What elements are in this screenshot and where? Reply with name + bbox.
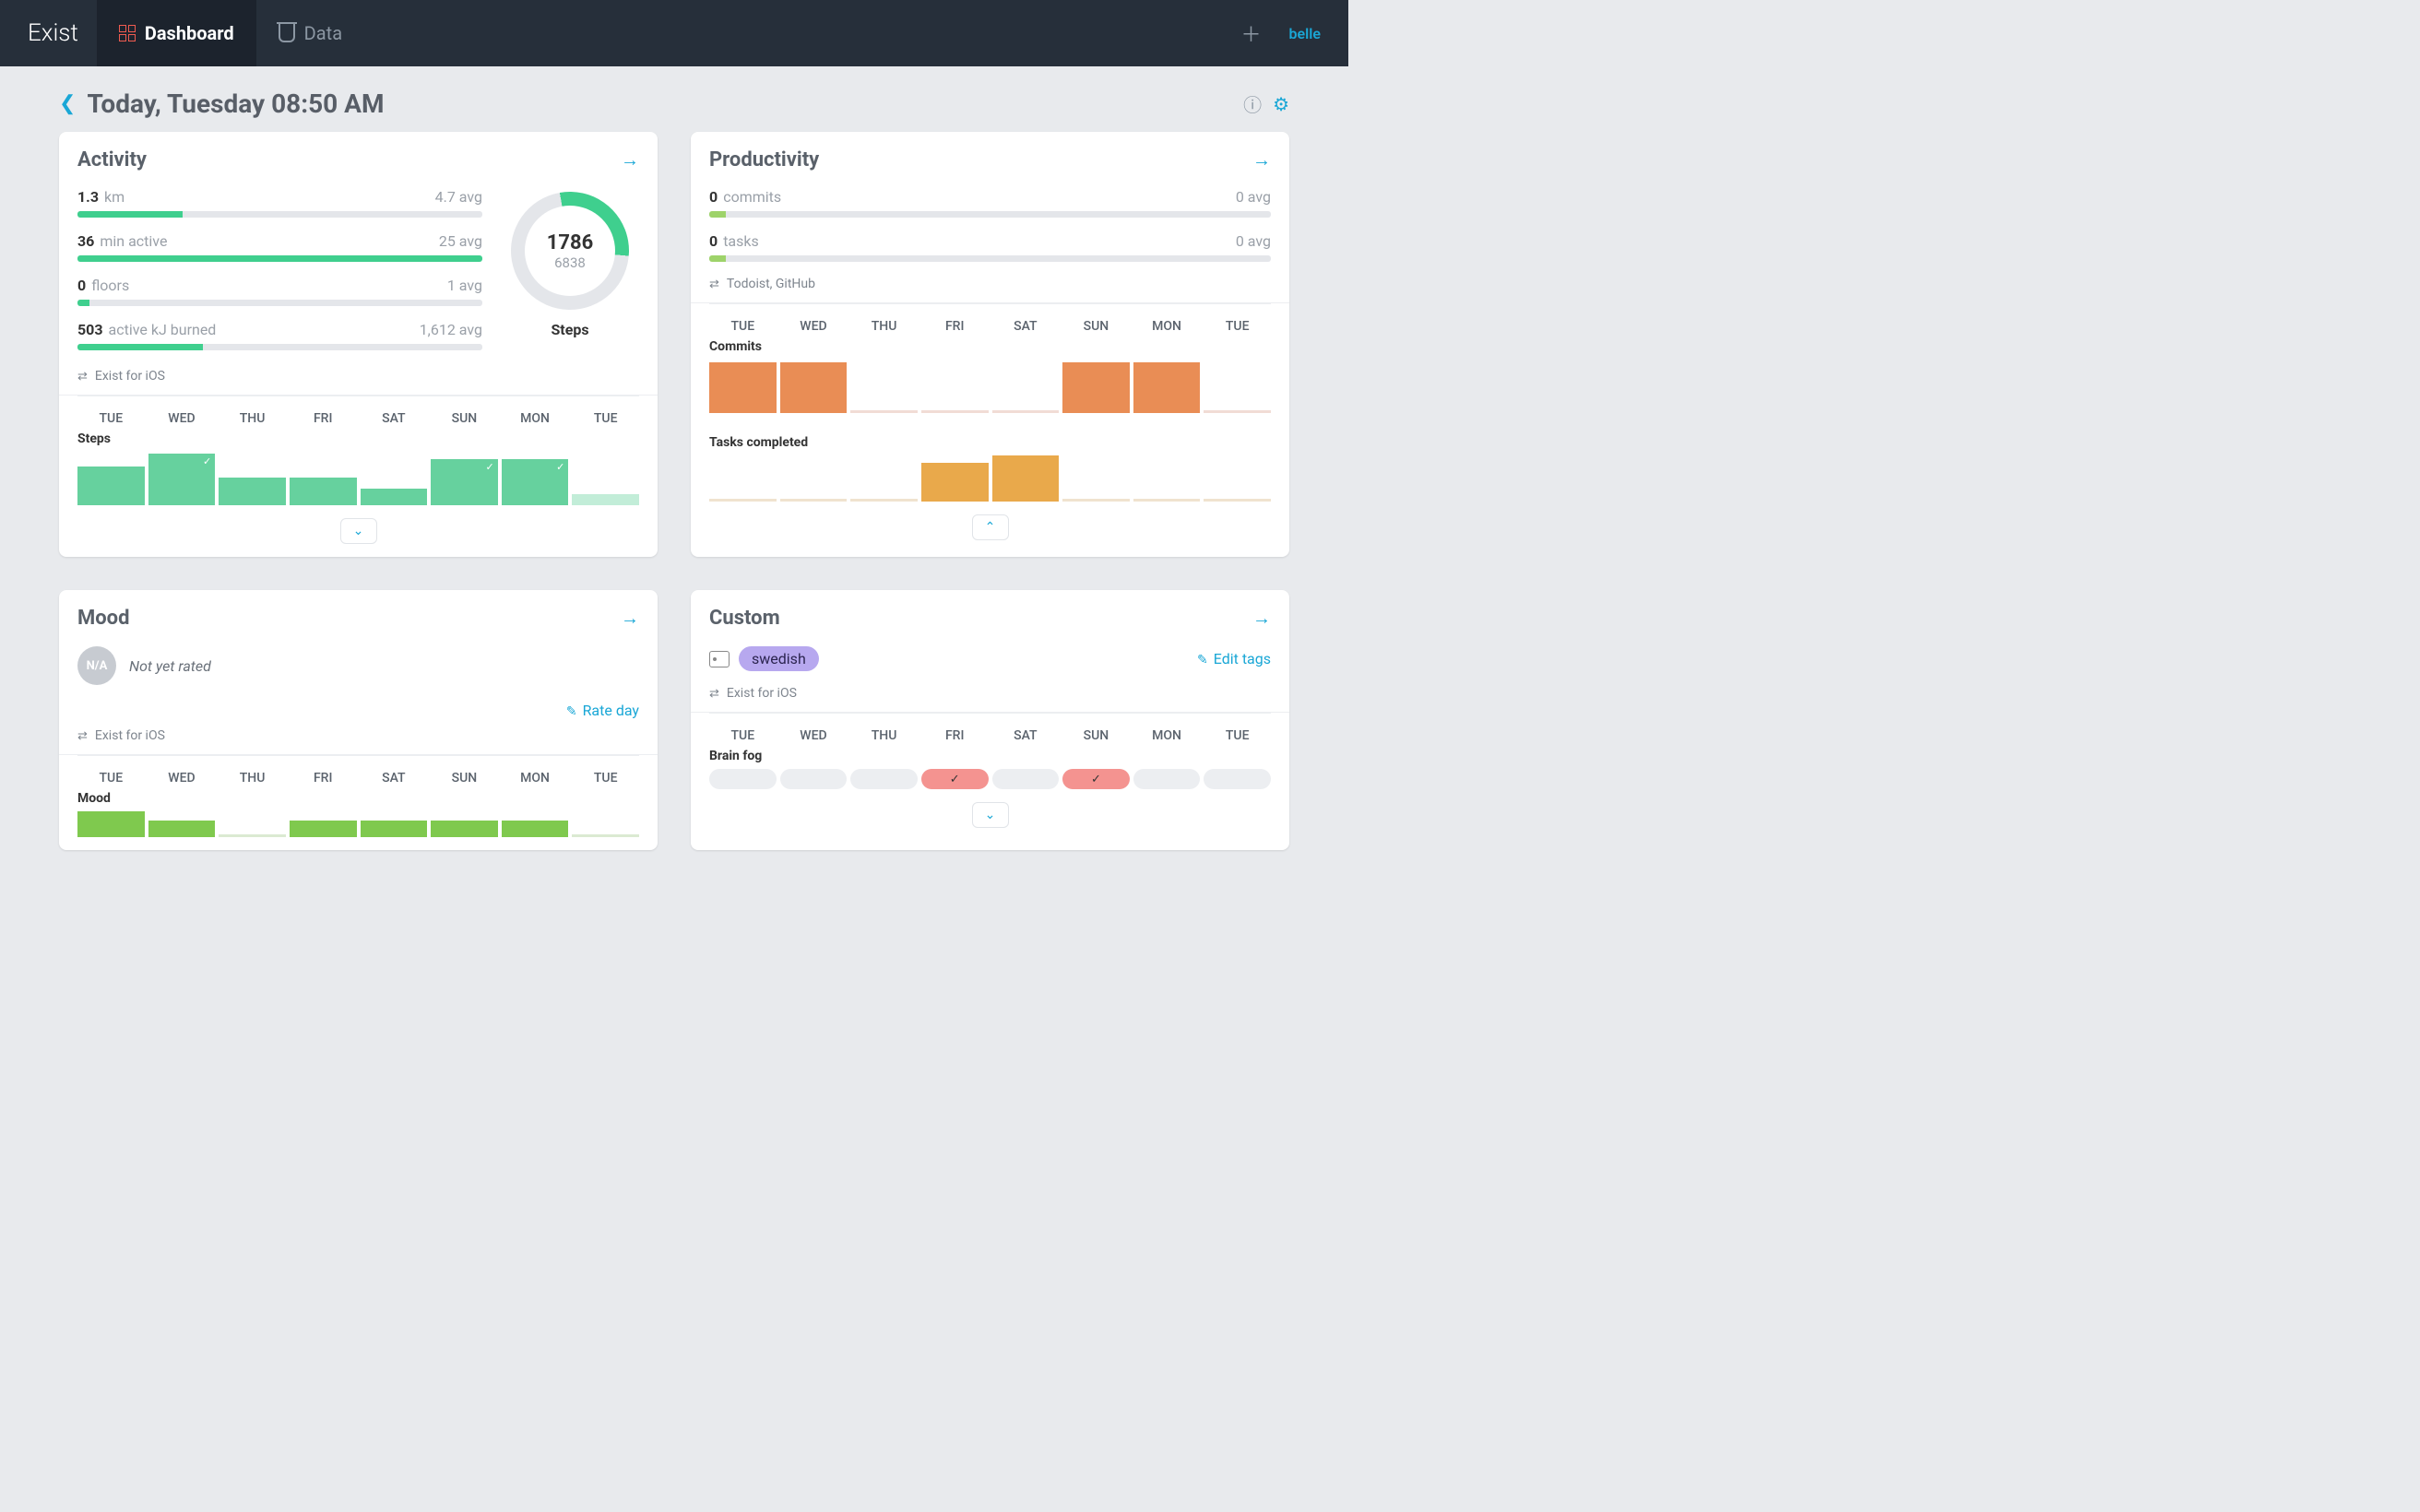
steps-donut[interactable]: 1786 6838 Steps xyxy=(501,188,639,365)
pill[interactable] xyxy=(709,769,777,789)
edit-tags-link[interactable]: Edit tags xyxy=(1197,650,1271,667)
steps-bar-chart[interactable]: ✓ ✓ ✓ xyxy=(77,452,639,505)
sync-icon xyxy=(77,728,88,743)
custom-card: Custom → swedish Edit tags Exist for iOS… xyxy=(691,590,1289,850)
productivity-source: Todoist, GitHub xyxy=(709,277,1271,291)
productivity-collapse-button[interactable]: ⌃ xyxy=(972,514,1009,540)
metric-floors[interactable]: 0floors1 avg xyxy=(77,277,482,306)
brand-logo[interactable]: Exist xyxy=(28,19,78,47)
metric-commits[interactable]: 0commits0 avg xyxy=(709,188,1271,218)
activity-title: Activity xyxy=(77,148,147,171)
sync-icon xyxy=(709,277,719,291)
pill-active[interactable]: ✓ xyxy=(921,769,989,789)
tasks-bar-chart[interactable] xyxy=(709,455,1271,502)
tasks-chart-label: Tasks completed xyxy=(709,435,1271,450)
productivity-card: Productivity → 0commits0 avg 0tasks0 avg… xyxy=(691,132,1289,557)
mood-title: Mood xyxy=(77,607,129,630)
steps-label: Steps xyxy=(501,321,639,338)
mood-day-header: TUEWEDTHUFRI SATSUNMONTUE xyxy=(77,755,639,786)
activity-card: Activity → 1.3km4.7 avg 36min active25 a… xyxy=(59,132,658,557)
pill[interactable] xyxy=(780,769,848,789)
custom-day-header: TUEWEDTHUFRI SATSUNMONTUE xyxy=(709,713,1271,743)
activity-source: Exist for iOS xyxy=(77,369,639,384)
rate-day-link[interactable]: Rate day xyxy=(566,702,639,719)
mood-not-rated: Not yet rated xyxy=(129,657,211,675)
nav-dashboard[interactable]: Dashboard xyxy=(97,0,256,66)
commits-chart-label: Commits xyxy=(709,339,1271,354)
activity-expand-button[interactable]: ⌄ xyxy=(340,518,377,544)
back-chevron-icon[interactable]: ❮ xyxy=(59,92,76,115)
mood-source: Exist for iOS xyxy=(77,728,639,743)
page-header: ❮ Today, Tuesday 08:50 AM ⓘ ⚙ xyxy=(59,89,1289,119)
commits-bar-chart[interactable] xyxy=(709,360,1271,413)
custom-arrow-icon[interactable]: → xyxy=(1252,607,1271,630)
pill[interactable] xyxy=(1204,769,1271,789)
activity-day-header: TUEWEDTHUFRI SATSUNMONTUE xyxy=(77,396,639,426)
custom-title: Custom xyxy=(709,607,780,630)
mood-bar-chart[interactable] xyxy=(77,811,639,837)
steps-goal: 6838 xyxy=(554,254,586,271)
pill[interactable] xyxy=(992,769,1060,789)
sync-icon xyxy=(77,369,88,384)
metric-min-active[interactable]: 36min active25 avg xyxy=(77,232,482,262)
sync-icon xyxy=(709,686,719,701)
mood-card: Mood → N/A Not yet rated Rate day Exist … xyxy=(59,590,658,850)
metric-distance[interactable]: 1.3km4.7 avg xyxy=(77,188,482,218)
steps-value: 1786 xyxy=(547,231,594,254)
mood-arrow-icon[interactable]: → xyxy=(621,607,639,630)
nav-data-label: Data xyxy=(304,22,342,44)
tag-swedish[interactable]: swedish xyxy=(739,646,819,671)
productivity-arrow-icon[interactable]: → xyxy=(1252,148,1271,171)
productivity-day-header: TUEWEDTHUFRI SATSUNMONTUE xyxy=(709,303,1271,334)
page-title: Today, Tuesday 08:50 AM xyxy=(87,89,384,119)
activity-arrow-icon[interactable]: → xyxy=(621,148,639,171)
nav-data[interactable]: Data xyxy=(256,0,364,66)
pencil-icon xyxy=(1197,650,1208,667)
pill[interactable] xyxy=(850,769,918,789)
brainfog-label: Brain fog xyxy=(709,749,1271,763)
metric-kj-burned[interactable]: 503active kJ burned1,612 avg xyxy=(77,321,482,350)
mood-chart-label: Mood xyxy=(77,791,639,806)
user-link[interactable]: belle xyxy=(1288,25,1321,42)
help-icon[interactable]: ⓘ xyxy=(1243,90,1262,117)
custom-source: Exist for iOS xyxy=(709,686,1271,701)
productivity-title: Productivity xyxy=(709,148,819,171)
gear-icon[interactable]: ⚙ xyxy=(1273,93,1289,115)
pencil-icon xyxy=(566,702,577,719)
tag-icon xyxy=(709,651,730,667)
custom-expand-button[interactable]: ⌄ xyxy=(972,802,1009,828)
pill[interactable] xyxy=(1133,769,1201,789)
nav-dashboard-label: Dashboard xyxy=(145,22,234,44)
flask-icon xyxy=(279,24,295,42)
page-body: ❮ Today, Tuesday 08:50 AM ⓘ ⚙ Activity →… xyxy=(0,66,1348,872)
steps-chart-label: Steps xyxy=(77,431,639,446)
add-icon[interactable]: ＋ xyxy=(1240,18,1261,48)
brainfog-pill-row[interactable]: ✓ ✓ xyxy=(709,769,1271,789)
top-nav: Exist Dashboard Data ＋ belle xyxy=(0,0,1348,66)
mood-na-badge: N/A xyxy=(77,646,116,685)
metric-tasks[interactable]: 0tasks0 avg xyxy=(709,232,1271,262)
dashboard-icon xyxy=(119,25,136,41)
pill-active[interactable]: ✓ xyxy=(1062,769,1130,789)
